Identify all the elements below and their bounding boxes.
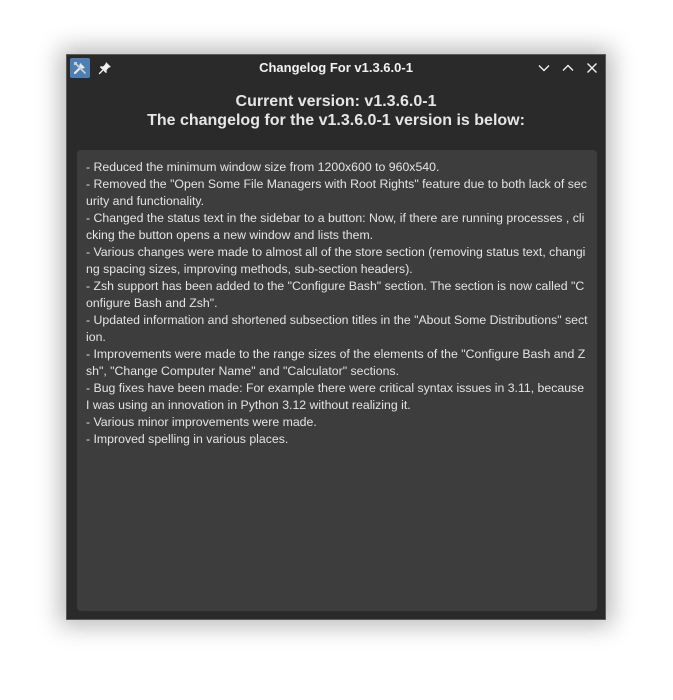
chevron-down-icon[interactable] xyxy=(537,61,551,75)
changelog-intro-heading: The changelog for the v1.3.6.0-1 version… xyxy=(147,112,525,129)
chevron-up-icon[interactable] xyxy=(561,61,575,75)
close-icon[interactable] xyxy=(585,61,599,75)
pin-icon[interactable] xyxy=(98,61,112,75)
changelog-item: - Removed the "Open Some File Managers w… xyxy=(86,177,587,208)
window-title: Changelog For v1.3.6.0-1 xyxy=(259,60,413,75)
changelog-item: - Zsh support has been added to the "Con… xyxy=(86,279,585,310)
changelog-item: - Updated information and shortened subs… xyxy=(86,313,588,344)
changelog-window: Changelog For v1.3.6.0-1 Current version… xyxy=(66,54,606,620)
changelog-item: - Reduced the minimum window size from 1… xyxy=(86,160,440,174)
changelog-item: - Changed the status text in the sidebar… xyxy=(86,211,585,242)
changelog-item: - Improved spelling in various places. xyxy=(86,432,289,446)
changelog-item: - Various changes were made to almost al… xyxy=(86,245,586,276)
title-bar[interactable]: Changelog For v1.3.6.0-1 xyxy=(67,55,605,81)
changelog-item: - Various minor improvements were made. xyxy=(86,415,317,429)
changelog-item: - Bug fixes have been made: For example … xyxy=(86,381,585,412)
changelog-text-area[interactable]: - Reduced the minimum window size from 1… xyxy=(77,150,597,611)
changelog-item: - Improvements were made to the range si… xyxy=(86,347,586,378)
current-version-heading: Current version: v1.3.6.0-1 xyxy=(235,93,437,110)
tools-icon[interactable] xyxy=(70,58,90,78)
